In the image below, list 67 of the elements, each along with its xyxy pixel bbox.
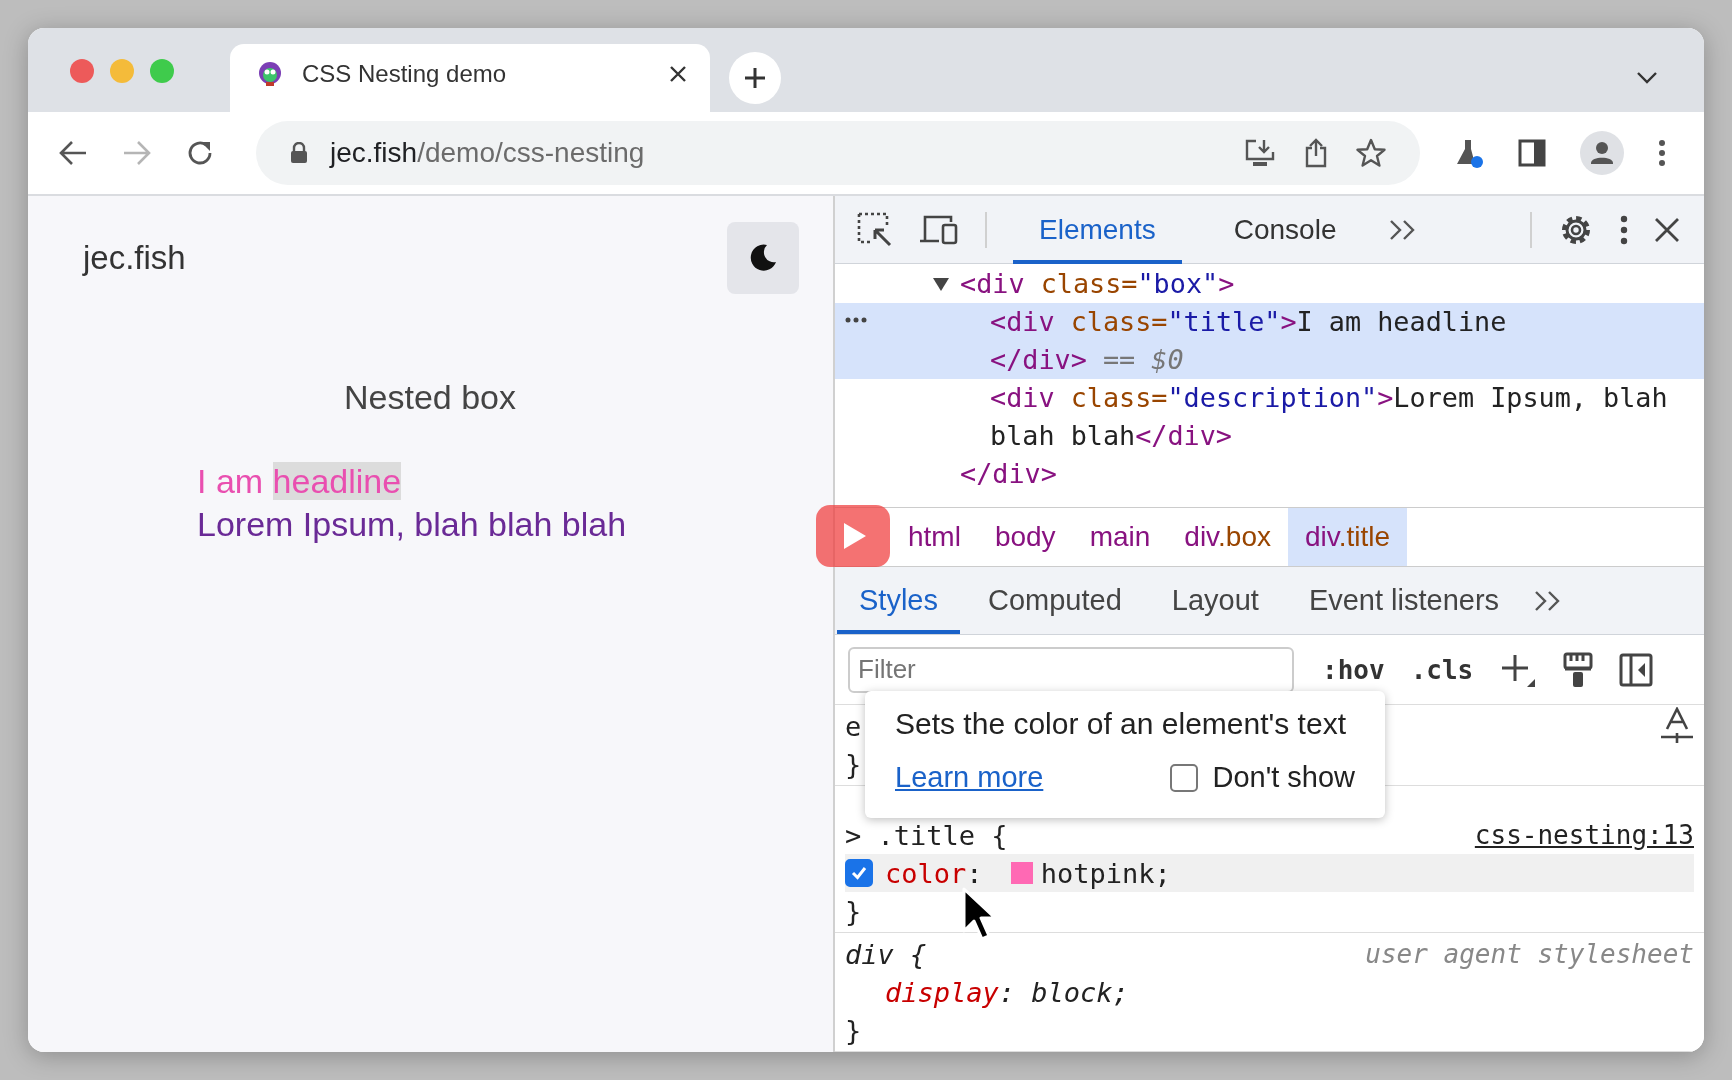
share-icon[interactable] — [1304, 138, 1328, 168]
more-options-icon[interactable] — [1620, 214, 1628, 245]
style-toggle-button[interactable]: .cls — [1410, 654, 1474, 685]
dom-node-text[interactable]: <div class="box"> — [960, 265, 1696, 303]
ellipsis-icon[interactable] — [845, 317, 867, 323]
dark-mode-button[interactable] — [727, 222, 799, 294]
back-icon[interactable] — [58, 140, 88, 166]
flask-icon[interactable] — [1454, 138, 1484, 168]
breadcrumb[interactable]: div.box — [1167, 508, 1288, 566]
property-checkbox[interactable] — [845, 859, 873, 887]
play-button[interactable] — [816, 505, 890, 567]
play-icon — [842, 521, 868, 551]
stylesheet-source[interactable]: css-nesting:13 — [1474, 820, 1694, 850]
breadcrumb[interactable]: body — [977, 508, 1073, 566]
reload-icon[interactable] — [186, 139, 214, 167]
learn-more-link[interactable]: Learn more — [895, 761, 1044, 794]
address-bar[interactable]: jec.fish/demo/css-nesting — [256, 121, 1420, 185]
dom-node-text[interactable]: </div> — [960, 455, 1696, 493]
sidebar-tab[interactable]: Computed — [966, 567, 1144, 634]
paint-roller-icon[interactable] — [1563, 651, 1594, 688]
tooltip-text: Sets the color of an element's text — [895, 707, 1347, 741]
new-tab-icon[interactable] — [728, 51, 782, 105]
font-editor-icon[interactable] — [1660, 707, 1694, 745]
devtools-tab[interactable]: Elements — [1013, 195, 1182, 264]
css-value[interactable]: block; — [1031, 976, 1129, 1008]
close-tab-icon[interactable] — [668, 64, 688, 84]
menu-icon[interactable] — [1658, 139, 1666, 167]
section-heading: Nested box — [343, 378, 517, 417]
breadcrumb[interactable]: main — [1072, 508, 1168, 566]
lock-icon — [290, 142, 308, 164]
css-property[interactable]: color: — [885, 857, 999, 889]
style-toggle-button[interactable]: :hov — [1322, 654, 1385, 685]
dont-show-checkbox[interactable]: Don't show — [1170, 761, 1355, 794]
closing-brace: } — [845, 748, 862, 780]
css-selector: > .title { — [845, 819, 1008, 851]
profile-avatar-icon[interactable] — [1580, 131, 1624, 175]
devtools-tab[interactable]: Console — [1207, 195, 1363, 264]
stylesheet-source: user agent stylesheet — [1365, 939, 1694, 969]
filter-field[interactable]: Filter — [848, 646, 1294, 693]
sidebar-tab[interactable]: Styles — [837, 567, 960, 634]
device-toolbar-icon[interactable] — [919, 213, 959, 246]
breadcrumb[interactable]: html — [891, 508, 978, 566]
star-icon[interactable] — [1356, 138, 1386, 168]
closing-brace: } — [845, 1014, 862, 1046]
browser-tab[interactable]: CSS Nesting demo — [230, 44, 710, 112]
owl-favicon-icon — [256, 60, 284, 88]
sidebar-tab[interactable]: Layout — [1149, 567, 1281, 634]
description-text: Lorem Ipsum, blah blah blah — [197, 505, 628, 544]
css-selector: e — [845, 710, 862, 742]
headline-text: I am headline — [197, 462, 402, 501]
close-icon[interactable] — [1654, 216, 1680, 243]
inspect-icon[interactable] — [857, 211, 893, 248]
css-property[interactable]: display: — [885, 976, 1032, 1008]
expand-triangle-icon[interactable] — [932, 276, 950, 292]
closing-brace: } — [845, 895, 862, 927]
color-swatch[interactable] — [1010, 862, 1033, 884]
breadcrumb[interactable]: div.title — [1288, 508, 1408, 566]
css-value[interactable]: hotpink; — [1040, 857, 1171, 889]
install-icon[interactable] — [1244, 138, 1276, 168]
side-panel-icon[interactable] — [1518, 139, 1546, 167]
close-window-icon[interactable] — [70, 59, 94, 83]
sidebar-toggle-icon[interactable] — [1619, 652, 1654, 687]
dom-node-text[interactable]: <div class="description">Lorem Ipsum, blah blah blah</div> — [990, 379, 1696, 455]
sidebar-tab[interactable]: Event listeners — [1286, 567, 1522, 634]
site-name[interactable]: jec.fish — [83, 239, 186, 277]
css-selector: div { — [845, 938, 927, 970]
chevron-down-icon[interactable] — [1636, 71, 1658, 85]
